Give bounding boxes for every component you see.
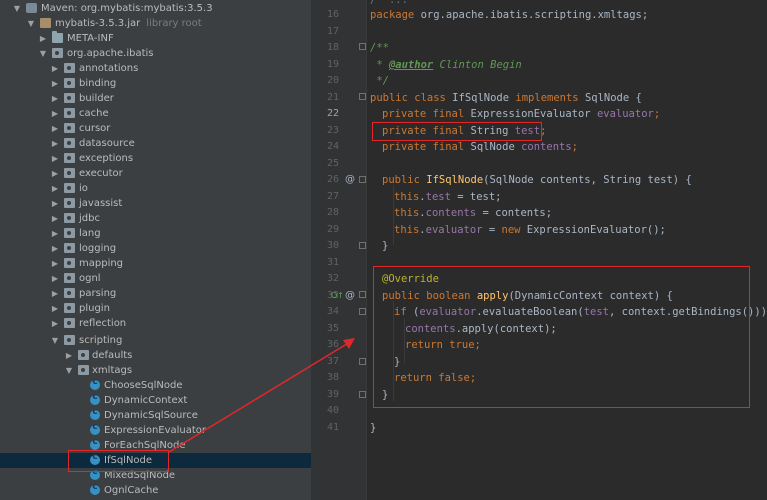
annotation-arrow	[168, 338, 355, 453]
